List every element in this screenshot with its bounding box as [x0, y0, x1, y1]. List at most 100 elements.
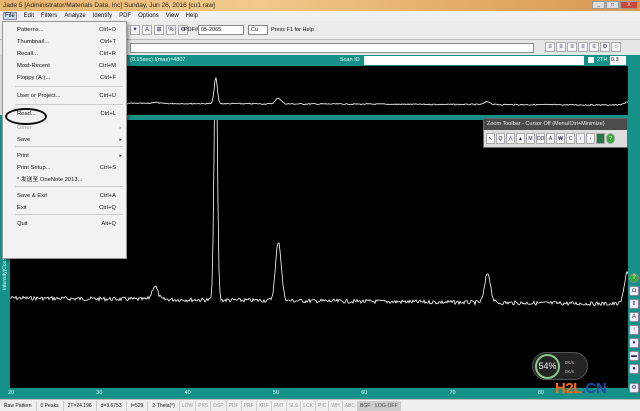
maximize-button[interactable]: □: [606, 1, 619, 9]
m-icon[interactable]: M: [526, 133, 535, 144]
checkbox[interactable]: [588, 57, 594, 63]
file-menu-item[interactable]: Quit Alt+Q: [3, 218, 126, 230]
menu-file[interactable]: File: [3, 12, 17, 20]
menu-item-label: Save: [17, 137, 31, 143]
tool-icon[interactable]: ≡: [589, 42, 599, 52]
file-menu-item[interactable]: Recall... Ctrl+R: [3, 48, 126, 60]
file-menu-item[interactable]: User or Project... Ctrl+U: [3, 90, 126, 102]
menu-item-label: Most-Recent: [17, 63, 50, 69]
arrow-up-icon[interactable]: ↑: [629, 325, 639, 335]
menu-item-label: Thumbnail...: [17, 39, 49, 45]
zoom-toolbar-window[interactable]: Zoom Toolbar - Cursor Off (Menu/Ctrl+Min…: [483, 118, 628, 148]
file-menu-item[interactable]: Floppy (A:)... Ctrl+F: [3, 72, 126, 84]
grid-icon[interactable]: [596, 133, 605, 144]
file-menu-item[interactable]: Exit Ctrl+Q: [3, 202, 126, 214]
tool-icon[interactable]: ≡: [545, 42, 555, 52]
scan-info: (0.15sec) I(max)=4807: [130, 57, 186, 63]
menu-separator: [15, 214, 123, 215]
menu-view[interactable]: View: [166, 13, 179, 19]
tool-icon[interactable]: %: [166, 25, 176, 35]
fill-peak-icon[interactable]: ▲: [516, 133, 525, 144]
peak-icon[interactable]: ⋀: [506, 133, 515, 144]
menu-identify[interactable]: Identify: [93, 13, 112, 19]
menu-edit[interactable]: Edit: [24, 13, 34, 19]
file-menu-item[interactable]: Most-Recent Ctrl+M: [3, 60, 126, 72]
close-button[interactable]: X: [620, 1, 638, 9]
menu-help[interactable]: Help: [186, 13, 198, 19]
theta-value[interactable]: 0.3: [610, 56, 626, 65]
tool-icon[interactable]: A: [142, 25, 152, 35]
settings-icon[interactable]: ⚙: [600, 42, 610, 52]
cursor-icon[interactable]: ↖: [486, 133, 495, 144]
left-icon[interactable]: ‹: [576, 133, 585, 144]
annotation-circle: [5, 108, 47, 125]
tool-icon[interactable]: ✦: [130, 25, 140, 35]
tool-icon[interactable]: ≡: [578, 42, 588, 52]
file-menu-item[interactable]: Print ▸: [3, 150, 126, 162]
file-menu-item[interactable]: Patterns... Ctrl+O: [3, 24, 126, 36]
magnifier-icon[interactable]: Q: [496, 133, 505, 144]
status-toggle-button[interactable]: WH: [329, 400, 343, 411]
menu-item-shortcut: Alt+Q: [101, 221, 116, 227]
help-icon[interactable]: ?: [606, 133, 615, 144]
pdf-number-combo[interactable]: 05-2065: [198, 25, 244, 35]
menu-separator: [15, 104, 123, 105]
right-icon[interactable]: ›: [586, 133, 595, 144]
status-toggle-button[interactable]: LOG-OFF: [373, 400, 401, 411]
tool-icon[interactable]: ≡: [567, 42, 577, 52]
status-field: Raw Pattern: [0, 400, 37, 411]
status-toggle-button[interactable]: DSP: [211, 400, 227, 411]
minimize-button[interactable]: _: [592, 1, 605, 9]
status-toggle-button[interactable]: PKS: [196, 400, 212, 411]
file-menu-item[interactable]: Save ▸: [3, 134, 126, 146]
tool-icon[interactable]: ≡: [556, 42, 566, 52]
status-toggle-button[interactable]: XRF: [257, 400, 272, 411]
gauge-down: 0K/s: [565, 369, 575, 374]
gear-icon[interactable]: ⚙: [629, 383, 639, 393]
print-icon[interactable]: ▬: [629, 351, 639, 361]
text-icon[interactable]: A: [629, 312, 639, 322]
menu-pdf[interactable]: PDF: [119, 13, 131, 19]
menu-analyze[interactable]: Analyze: [64, 13, 85, 19]
circle-icon[interactable]: ○: [611, 42, 621, 52]
status-toggle-button[interactable]: SLS: [287, 400, 302, 411]
element-combo[interactable]: Cu: [248, 25, 268, 35]
a-icon[interactable]: A: [546, 133, 555, 144]
m2-icon[interactable]: ₩: [556, 133, 565, 144]
menu-item-label: Print: [17, 153, 29, 159]
zoom-icon[interactable]: ⇕: [629, 299, 639, 309]
status-field: 2T=24.196: [64, 400, 97, 411]
x-tick-label: 50: [272, 390, 280, 396]
menu-filters[interactable]: Filters: [41, 13, 57, 19]
disk-icon[interactable]: ●: [629, 364, 639, 374]
file-menu-item[interactable]: Print Setup... Ctrl+S: [3, 162, 126, 174]
menu-separator: [15, 86, 123, 87]
status-toggle-button[interactable]: ABC: [343, 400, 358, 411]
camera-icon[interactable]: ◘: [629, 286, 639, 296]
x-tick-label: 30: [96, 390, 103, 396]
status-toggle-button[interactable]: LCK: [301, 400, 317, 411]
file-menu-item[interactable]: Save & Exit Ctrl+A: [3, 190, 126, 202]
theta-label: 2TH: [597, 57, 608, 63]
help-icon[interactable]: ?: [629, 273, 639, 283]
status-toggle-button[interactable]: LOW: [180, 400, 197, 411]
status-toggle-button[interactable]: PRF: [242, 400, 257, 411]
dd-icon[interactable]: DD: [536, 133, 545, 144]
help-hint: Press F1 for Help: [271, 27, 314, 33]
pin-icon[interactable]: ♦: [629, 338, 639, 348]
status-toggle-button[interactable]: PDF: [227, 400, 242, 411]
scan-id-field[interactable]: [364, 56, 584, 65]
file-menu-item[interactable]: * 发送至 OneNote 2013...: [3, 174, 126, 186]
menu-item-label: Recall...: [17, 51, 38, 57]
file-menu-item[interactable]: Thumbnail... Ctrl+T: [3, 36, 126, 48]
status-toggle-button[interactable]: PIC: [316, 400, 330, 411]
c-icon[interactable]: C: [566, 133, 575, 144]
status-toggle-button[interactable]: BGF: [358, 400, 374, 411]
network-gauge: 54% 0K/s 0K/s: [532, 352, 588, 380]
menu-options[interactable]: Options: [138, 13, 159, 19]
window-title: Jade 5 [Administrator/Materials Data, In…: [3, 2, 215, 9]
tool-icon[interactable]: ⊞: [154, 25, 164, 35]
pattern-combo[interactable]: [130, 43, 534, 53]
status-toggle-button[interactable]: FMT: [272, 400, 287, 411]
zoom-toolbar-title: Zoom Toolbar - Cursor Off (Menu/Ctrl+Min…: [484, 119, 627, 130]
